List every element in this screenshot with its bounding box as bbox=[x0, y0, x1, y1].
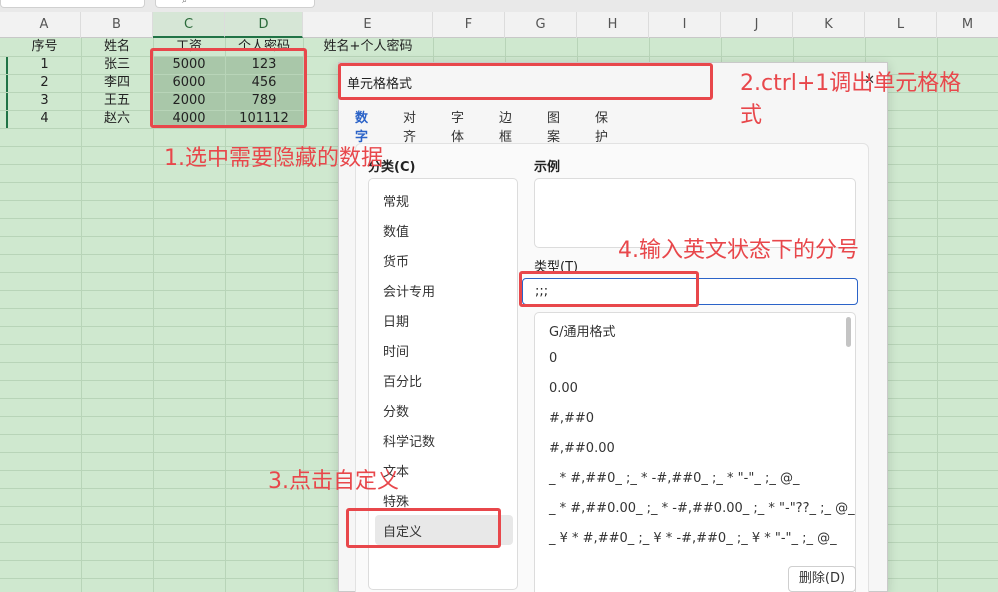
header-cell-name[interactable]: 姓名 bbox=[81, 38, 153, 56]
tab-protection[interactable]: 保护 bbox=[595, 107, 608, 145]
column-header-c[interactable]: C bbox=[153, 12, 225, 38]
column-header-e[interactable]: E bbox=[303, 12, 433, 38]
column-header-a[interactable]: A bbox=[8, 12, 81, 38]
annotation-step-2-line-1: 2.ctrl+1调出单元格格 bbox=[740, 71, 962, 96]
category-item-scientific[interactable]: 科学记数 bbox=[383, 431, 435, 450]
table-row-cell[interactable]: 张三 bbox=[81, 56, 153, 74]
formula-search-box[interactable] bbox=[155, 0, 315, 8]
column-header-bar: A B C D E F G H I J K L M bbox=[0, 12, 998, 38]
category-item-number[interactable]: 数值 bbox=[383, 221, 409, 240]
sample-label: 示例 bbox=[534, 160, 561, 175]
annotation-step-3: 3.点击自定义 bbox=[268, 469, 399, 494]
format-item[interactable]: 0.00 bbox=[549, 381, 578, 396]
format-item[interactable]: G/通用格式 bbox=[549, 321, 615, 340]
format-item[interactable]: _ ¥ * #,##0_ ;_ ¥ * -#,##0_ ;_ ¥ * "-"_ … bbox=[549, 531, 837, 546]
format-list-scrollbar[interactable] bbox=[846, 317, 851, 347]
header-cell-index[interactable]: 序号 bbox=[8, 38, 81, 56]
column-header-d[interactable]: D bbox=[225, 12, 303, 38]
search-icon: ⌕ bbox=[182, 0, 188, 6]
tab-alignment[interactable]: 对齐 bbox=[403, 107, 416, 145]
table-row-cell[interactable]: 赵六 bbox=[81, 110, 153, 128]
category-item-accounting[interactable]: 会计专用 bbox=[383, 281, 435, 300]
tab-number[interactable]: 数字 bbox=[355, 107, 369, 153]
column-header-b[interactable]: B bbox=[81, 12, 153, 38]
tab-border[interactable]: 边框 bbox=[499, 107, 512, 145]
table-row-cell[interactable]: 1 bbox=[8, 56, 81, 74]
annotation-step-4: 4.输入英文状态下的分号 bbox=[618, 238, 859, 263]
column-header-m[interactable]: M bbox=[937, 12, 998, 38]
column-header-g[interactable]: G bbox=[505, 12, 577, 38]
annotation-step-1: 1.选中需要隐藏的数据 bbox=[164, 146, 383, 171]
category-item-percentage[interactable]: 百分比 bbox=[383, 371, 422, 390]
format-item[interactable]: #,##0 bbox=[549, 411, 594, 426]
column-header-j[interactable]: J bbox=[721, 12, 793, 38]
table-row-cell[interactable]: 王五 bbox=[81, 92, 153, 110]
category-item-fraction[interactable]: 分数 bbox=[383, 401, 409, 420]
category-item-date[interactable]: 日期 bbox=[383, 311, 409, 330]
table-row-cell[interactable]: 2 bbox=[8, 74, 81, 92]
column-header-f[interactable]: F bbox=[433, 12, 505, 38]
column-header-k[interactable]: K bbox=[793, 12, 865, 38]
annotation-box-data-range bbox=[150, 48, 307, 128]
category-item-time[interactable]: 时间 bbox=[383, 341, 409, 360]
format-item[interactable]: 0 bbox=[549, 351, 557, 366]
column-header-i[interactable]: I bbox=[649, 12, 721, 38]
category-item-general[interactable]: 常规 bbox=[383, 191, 409, 210]
tab-pattern[interactable]: 图案 bbox=[547, 107, 560, 145]
name-box[interactable] bbox=[0, 0, 145, 8]
tab-font[interactable]: 字体 bbox=[451, 107, 464, 145]
annotation-box-dialog-title bbox=[338, 63, 713, 100]
table-row-cell[interactable]: 李四 bbox=[81, 74, 153, 92]
table-row-cell[interactable]: 4 bbox=[8, 110, 81, 128]
category-item-currency[interactable]: 货币 bbox=[383, 251, 409, 270]
column-header-h[interactable]: H bbox=[577, 12, 649, 38]
column-header-l[interactable]: L bbox=[865, 12, 937, 38]
annotation-step-2-line-2: 式 bbox=[740, 103, 763, 128]
annotation-box-custom bbox=[346, 508, 501, 548]
format-item[interactable]: _ * #,##0_ ;_ * -#,##0_ ;_ * "-"_ ;_ @_ bbox=[549, 471, 799, 486]
format-item[interactable]: _ * #,##0.00_ ;_ * -#,##0.00_ ;_ * "-"??… bbox=[549, 501, 855, 516]
table-row-cell[interactable]: 3 bbox=[8, 92, 81, 110]
top-toolbar-strip: ⌕ bbox=[0, 0, 998, 12]
annotation-box-type-input bbox=[519, 271, 699, 307]
format-code-list[interactable]: G/通用格式 0 0.00 #,##0 #,##0.00 _ * #,##0_ … bbox=[534, 312, 856, 592]
header-cell-name-password[interactable]: 姓名+个人密码 bbox=[303, 38, 433, 56]
format-item[interactable]: #,##0.00 bbox=[549, 441, 615, 456]
delete-button[interactable]: 删除(D) bbox=[788, 566, 856, 592]
